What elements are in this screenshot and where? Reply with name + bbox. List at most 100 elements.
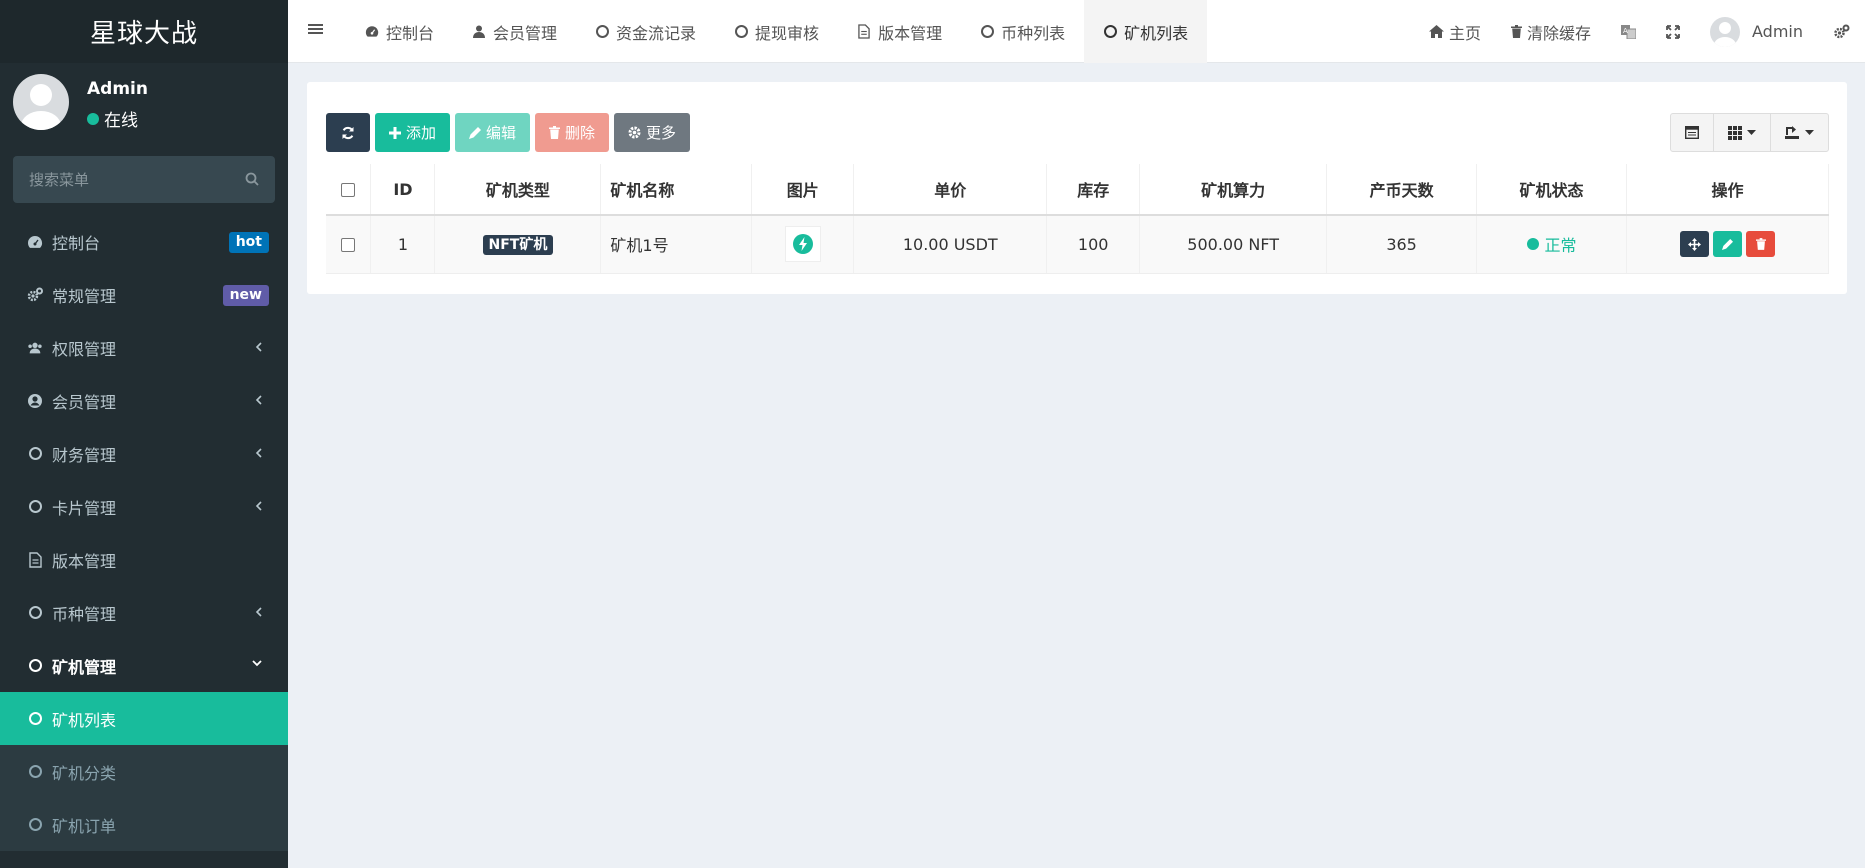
col-image[interactable]: 图片	[751, 164, 855, 216]
row-checkbox[interactable]	[341, 238, 356, 253]
col-status[interactable]: 矿机状态	[1476, 164, 1627, 216]
sidebar-item-members[interactable]: 会员管理	[0, 374, 288, 427]
sidebar-item-label: 会员管理	[52, 392, 117, 412]
file-text-icon	[857, 24, 871, 39]
delete-button[interactable]: 删除	[535, 113, 610, 152]
col-power[interactable]: 矿机算力	[1139, 164, 1328, 216]
online-dot-icon	[87, 112, 99, 125]
col-stock[interactable]: 库存	[1046, 164, 1141, 216]
app-logo[interactable]: 星球大战	[0, 0, 288, 63]
select-all-checkbox[interactable]	[341, 183, 356, 197]
tab-miner-list[interactable]: 矿机列表	[1084, 0, 1208, 63]
sidebar-item-cards[interactable]: 卡片管理	[0, 480, 288, 533]
chevron-left-icon	[255, 447, 263, 459]
refresh-button[interactable]	[326, 113, 370, 152]
sidebar-item-finance[interactable]: 财务管理	[0, 427, 288, 480]
cell-price: 10.00 USDT	[853, 215, 1048, 274]
table-row[interactable]: 1 NFT矿机 矿机1号 10.00 USDT 100 500.00 NFT 3…	[326, 215, 1829, 274]
row-edit-button[interactable]	[1713, 231, 1742, 258]
fullscreen-button[interactable]	[1651, 0, 1695, 63]
sidebar-item-dashboard[interactable]: 控制台 hot	[0, 215, 288, 268]
cogs-icon	[1833, 24, 1850, 40]
gear-icon	[628, 126, 641, 139]
users-group-icon	[27, 340, 43, 356]
menu-toggle-icon[interactable]	[308, 22, 323, 36]
cogs-icon	[27, 287, 43, 303]
cell-name: 矿机1号	[600, 215, 753, 274]
col-days[interactable]: 产币天数	[1326, 164, 1478, 216]
sidebar-item-miner-list[interactable]: 矿机列表	[0, 692, 288, 745]
settings-button[interactable]	[1818, 0, 1865, 63]
circle-icon	[1103, 25, 1117, 39]
add-label: 添加	[406, 124, 437, 142]
tab-fund-records[interactable]: 资金流记录	[576, 0, 715, 63]
user-menu[interactable]: Admin	[1695, 0, 1818, 63]
home-link[interactable]: 主页	[1414, 0, 1496, 63]
status-label: 正常	[1544, 236, 1577, 256]
cell-days: 365	[1326, 215, 1478, 274]
status-dot-icon	[1526, 238, 1539, 251]
tab-label: 版本管理	[878, 23, 943, 43]
user-circle-icon	[27, 393, 43, 409]
sidebar-item-label: 矿机订单	[52, 816, 117, 836]
dashboard-icon	[27, 234, 43, 250]
sidebar-item-miner-orders[interactable]: 矿机订单	[0, 798, 288, 851]
sidebar-item-permissions[interactable]: 权限管理	[0, 321, 288, 374]
col-type[interactable]: 矿机类型	[434, 164, 602, 216]
tab-versions[interactable]: 版本管理	[838, 0, 961, 63]
col-name[interactable]: 矿机名称	[600, 164, 753, 216]
export-dropdown[interactable]	[1771, 114, 1828, 151]
tab-members[interactable]: 会员管理	[453, 0, 576, 63]
row-delete-button[interactable]	[1746, 231, 1775, 258]
edit-button[interactable]: 编辑	[455, 113, 531, 152]
user-status: 在线	[87, 106, 138, 131]
table-header-row: ID 矿机类型 矿机名称 图片 单价 库存 矿机算力 产币天数 矿机状态 操作	[326, 164, 1829, 216]
circle-icon	[27, 605, 43, 621]
more-label: 更多	[646, 124, 677, 142]
circle-icon	[27, 446, 43, 462]
cell-actions	[1626, 215, 1829, 274]
search-icon[interactable]	[245, 172, 259, 186]
sidebar-item-label: 权限管理	[52, 339, 117, 359]
sidebar-item-label: 币种管理	[52, 604, 117, 624]
sidebar-item-label: 财务管理	[52, 445, 117, 465]
chevron-left-icon	[255, 341, 263, 353]
circle-icon	[27, 711, 43, 727]
tab-label: 资金流记录	[616, 23, 697, 43]
more-button[interactable]: 更多	[614, 113, 691, 152]
export-icon	[1785, 126, 1800, 139]
miner-thumbnail[interactable]	[784, 226, 821, 263]
chevron-left-icon	[255, 500, 263, 512]
col-id[interactable]: ID	[370, 164, 436, 216]
columns-dropdown[interactable]	[1714, 114, 1771, 151]
sidebar-item-versions[interactable]: 版本管理	[0, 533, 288, 586]
tab-currency-list[interactable]: 币种列表	[961, 0, 1084, 63]
menu-search-input[interactable]	[13, 156, 228, 203]
pencil-icon	[1722, 238, 1733, 250]
drag-sort-button[interactable]	[1680, 231, 1709, 258]
sidebar-item-miner-category[interactable]: 矿机分类	[0, 745, 288, 798]
sidebar-item-label: 矿机列表	[52, 710, 117, 730]
tab-dashboard[interactable]: 控制台	[346, 0, 453, 63]
toggle-view-button[interactable]	[1671, 114, 1714, 151]
circle-icon	[980, 25, 994, 39]
sidebar-item-currencies[interactable]: 币种管理	[0, 586, 288, 639]
tab-label: 矿机列表	[1124, 23, 1189, 43]
clear-cache-button[interactable]: 清除缓存	[1496, 0, 1606, 63]
sidebar-item-miners[interactable]: 矿机管理	[0, 639, 288, 692]
sidebar-item-label: 常规管理	[52, 286, 117, 306]
user-name: Admin	[1752, 22, 1803, 41]
user-avatar	[1710, 16, 1740, 47]
add-button[interactable]: 添加	[375, 113, 451, 152]
language-button[interactable]: A	[1606, 0, 1651, 63]
home-icon	[1428, 25, 1444, 38]
edit-label: 编辑	[486, 124, 517, 142]
language-icon: A	[1621, 24, 1636, 39]
col-price[interactable]: 单价	[853, 164, 1048, 216]
tab-withdraw-review[interactable]: 提现审核	[715, 0, 838, 63]
sidebar-item-general[interactable]: 常规管理 new	[0, 268, 288, 321]
type-label: NFT矿机	[482, 235, 554, 256]
user-icon	[472, 25, 486, 39]
refresh-icon	[341, 126, 355, 140]
col-actions: 操作	[1626, 164, 1829, 216]
